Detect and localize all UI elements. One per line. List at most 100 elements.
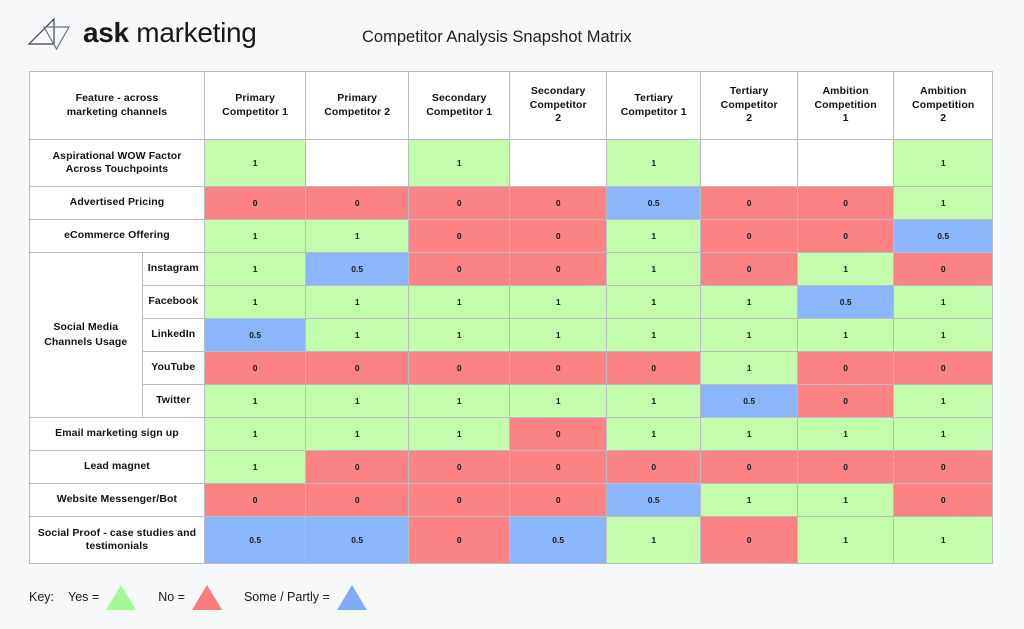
- matrix-cell: 1: [305, 318, 409, 352]
- matrix-cell: 0: [509, 417, 607, 451]
- matrix-cell: 0: [796, 450, 895, 484]
- brand-logo: ask marketing: [26, 14, 257, 52]
- header-feature-column: Feature - across marketing channels: [29, 71, 205, 140]
- table-row: Website Messenger/Bot 0 0 0 0 0.5 1 1 0: [29, 483, 993, 517]
- matrix-cell: 0: [407, 351, 511, 385]
- row-sub-label: Facebook: [141, 285, 205, 319]
- matrix-cell: 0: [203, 186, 307, 220]
- brand-bold-word: ask: [83, 17, 129, 48]
- green-triangle-icon: [106, 584, 137, 610]
- matrix-cell: 1: [796, 417, 895, 451]
- matrix-cell: 0: [407, 186, 511, 220]
- matrix-cell: 1: [407, 417, 511, 451]
- row-sub-label: YouTube: [141, 351, 205, 385]
- legend-item-label: Some / Partly =: [243, 590, 330, 604]
- matrix-cell: 0: [700, 450, 798, 484]
- matrix-cell: 0: [700, 219, 798, 253]
- matrix-cell: 1: [203, 417, 307, 451]
- matrix-cell: 1: [796, 483, 895, 517]
- matrix-cell: 0.5: [509, 516, 607, 564]
- two-overlapping-triangles-icon: [27, 17, 71, 51]
- table-row: eCommerce Offering 1 1 0 0 1 0 0 0.5: [29, 219, 993, 253]
- table-row: Facebook 1 1 1 1 1 1 0.5 1: [30, 285, 993, 319]
- matrix-cell: 1: [893, 318, 993, 352]
- matrix-cell: 0: [305, 186, 409, 220]
- matrix-cell: 1: [893, 516, 993, 564]
- matrix-cell: 1: [605, 219, 702, 253]
- matrix-cell: 1: [203, 285, 307, 319]
- table-row: Social Media Channels Usage Instagram 1 0.5…: [29, 252, 993, 418]
- legend-key-word: Key:: [29, 590, 55, 604]
- matrix-cell: 0: [893, 450, 993, 484]
- matrix-cell: 1: [700, 285, 798, 319]
- matrix-cell: 0.5: [700, 384, 798, 418]
- matrix-cell: 0: [893, 351, 993, 385]
- row-group-label: Social Media Channels Usage: [29, 252, 143, 418]
- table-row: Email marketing sign up 1 1 1 0 1 1 1 1: [29, 417, 993, 451]
- matrix-cell: [700, 139, 798, 187]
- matrix-cell: 1: [605, 285, 702, 319]
- matrix-cell: 1: [305, 384, 409, 418]
- legend-key: Key: Yes = No = Some / Partly =: [29, 584, 389, 610]
- row-feature-label: Website Messenger/Bot: [29, 483, 205, 517]
- matrix-cell: 0.5: [203, 516, 307, 564]
- matrix-cell: 1: [893, 417, 993, 451]
- matrix-cell: 0: [796, 351, 895, 385]
- brand-wordmark: ask marketing: [83, 17, 257, 49]
- matrix-cell: 0: [700, 252, 798, 286]
- header-column-1: Primary Competitor 1: [203, 71, 307, 140]
- matrix-cell: 0: [407, 516, 511, 564]
- header-column-4: Secondary Competitor 2: [509, 71, 607, 140]
- matrix-cell: 1: [605, 318, 702, 352]
- matrix-cell: 0: [605, 351, 702, 385]
- table-row: Social Proof - case studies and testimon…: [29, 516, 993, 564]
- header-column-7: Ambition Competition 1: [796, 71, 895, 140]
- matrix-cell: 0: [893, 483, 993, 517]
- matrix-cell: 1: [700, 351, 798, 385]
- matrix-cell: 1: [796, 516, 895, 564]
- row-feature-label: Aspirational WOW Factor Across Touchpoin…: [29, 139, 205, 187]
- matrix-cell: [796, 139, 895, 187]
- legend-item-label: Yes =: [68, 590, 100, 604]
- legend-item: Some / Partly =: [243, 584, 367, 610]
- table-row: YouTube 0 0 0 0 0 1 0 0: [30, 351, 993, 385]
- matrix-cell: 0.5: [893, 219, 993, 253]
- matrix-body: Aspirational WOW Factor Across Touchpoin…: [29, 139, 993, 564]
- matrix-cell: 0.5: [203, 318, 307, 352]
- matrix-cell: 0: [305, 450, 409, 484]
- row-feature-label: eCommerce Offering: [29, 219, 205, 253]
- matrix-cell: 1: [700, 417, 798, 451]
- legend-item-label: No =: [158, 590, 185, 604]
- matrix-cell: 1: [893, 285, 993, 319]
- matrix-cell: 1: [203, 252, 307, 286]
- matrix-cell: 0: [407, 450, 511, 484]
- matrix-cell: 0: [407, 252, 511, 286]
- row-feature-label: Lead magnet: [29, 450, 205, 484]
- matrix-cell: 0: [203, 351, 307, 385]
- row-sub-label: Instagram: [141, 252, 205, 286]
- matrix-cell: 0: [407, 483, 511, 517]
- matrix-cell: 1: [796, 318, 895, 352]
- matrix-cell: 1: [700, 483, 798, 517]
- red-triangle-icon: [191, 584, 222, 610]
- table-row: LinkedIn 0.5 1 1 1 1 1 1 1: [30, 318, 993, 352]
- matrix-cell: 0: [509, 483, 607, 517]
- matrix-cell: 1: [305, 285, 409, 319]
- matrix-cell: 1: [305, 219, 409, 253]
- table-row: Lead magnet 1 0 0 0 0 0 0 0: [29, 450, 993, 484]
- matrix-cell: [509, 139, 607, 187]
- matrix-cell: 1: [605, 252, 702, 286]
- header-column-6: Tertiary Competitor 2: [700, 71, 798, 140]
- row-sub-label: Twitter: [141, 384, 205, 418]
- matrix-cell: 1: [605, 384, 702, 418]
- matrix-cell: [305, 139, 409, 187]
- header-column-3: Secondary Competitor 1: [407, 71, 511, 140]
- matrix-cell: 1: [893, 186, 993, 220]
- matrix-cell: 1: [700, 318, 798, 352]
- legend-item: Yes =: [68, 584, 137, 610]
- matrix-cell: 0.5: [796, 285, 895, 319]
- row-feature-label: Advertised Pricing: [29, 186, 205, 220]
- matrix-cell: 1: [305, 417, 409, 451]
- matrix-cell: 0: [796, 384, 895, 418]
- legend-item: No =: [158, 584, 222, 610]
